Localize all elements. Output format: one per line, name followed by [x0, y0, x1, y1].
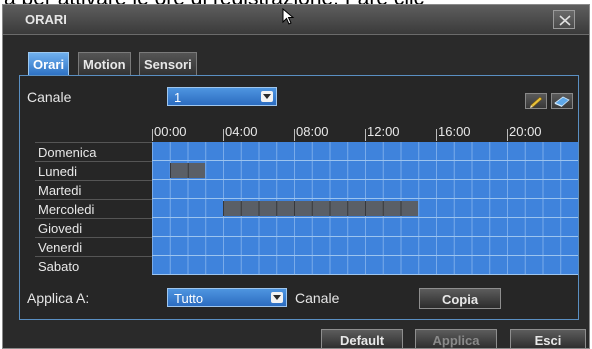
time-label: 00:00 — [154, 124, 187, 139]
time-label: 12:00 — [367, 124, 400, 139]
channel-value: 1 — [174, 90, 182, 105]
day-schedule-cells[interactable] — [152, 256, 578, 275]
day-row: Martedi — [35, 180, 581, 199]
title-bar: ORARI — [3, 5, 589, 35]
day-label: Martedi — [35, 180, 152, 199]
unscheduled-block[interactable] — [223, 201, 419, 216]
time-label: 16:00 — [438, 124, 471, 139]
day-row: Lunedi — [35, 161, 581, 180]
time-label: 08:00 — [296, 124, 329, 139]
day-row: Giovedi — [35, 218, 581, 237]
day-label: Sabato — [35, 256, 152, 275]
day-label: Mercoledi — [35, 199, 152, 218]
time-tick — [507, 129, 508, 141]
apply-to-channel-label: Canale — [295, 290, 340, 306]
pencil-icon — [530, 96, 543, 108]
day-schedule-cells[interactable] — [152, 199, 578, 218]
time-tick — [223, 129, 224, 141]
close-icon — [559, 15, 571, 26]
close-button[interactable] — [553, 10, 575, 29]
window-title: ORARI — [25, 12, 67, 27]
unscheduled-block[interactable] — [169, 163, 206, 178]
chevron-down-icon — [261, 91, 273, 102]
schedule-grid: 00:00 04:00 08:00 12:00 16:00 20:00 Domenica L… — [35, 123, 581, 275]
tab-motion[interactable]: Motion — [78, 52, 131, 75]
time-tick — [152, 129, 153, 141]
schedule-dialog: ORARI Orari Motion Sensori Canale 1 00:0… — [2, 4, 590, 349]
default-button[interactable]: Default — [321, 329, 403, 348]
channel-select[interactable]: 1 — [167, 87, 277, 106]
day-row: Mercoledi — [35, 199, 581, 218]
time-label: 04:00 — [225, 124, 258, 139]
day-schedule-cells[interactable] — [152, 142, 578, 161]
time-tick — [294, 129, 295, 141]
time-label: 20:00 — [509, 124, 542, 139]
day-schedule-cells[interactable] — [152, 161, 578, 180]
day-row: Venerdi — [35, 237, 581, 256]
apply-button[interactable]: Applica — [415, 329, 497, 348]
day-label: Lunedi — [35, 161, 152, 180]
erase-button[interactable] — [551, 93, 573, 109]
channel-label: Canale — [27, 89, 72, 105]
day-schedule-cells[interactable] — [152, 237, 578, 256]
time-tick — [436, 129, 437, 141]
day-label: Venerdi — [35, 237, 152, 256]
tab-orari[interactable]: Orari — [28, 52, 70, 75]
day-label: Domenica — [35, 142, 152, 161]
time-header: 00:00 04:00 08:00 12:00 16:00 20:00 — [35, 123, 581, 141]
exit-button[interactable]: Esci — [510, 329, 586, 348]
chevron-down-icon — [271, 292, 283, 303]
mouse-cursor-icon — [282, 8, 295, 25]
eraser-icon — [554, 96, 570, 107]
apply-to-select[interactable]: Tutto — [167, 288, 287, 307]
day-schedule-cells[interactable] — [152, 180, 578, 199]
day-schedule-cells[interactable] — [152, 218, 578, 237]
day-label: Giovedi — [35, 218, 152, 237]
apply-to-value: Tutto — [174, 291, 204, 306]
apply-to-label: Applica A: — [27, 290, 90, 306]
tab-sensori[interactable]: Sensori — [139, 52, 197, 75]
day-row: Domenica — [35, 142, 581, 161]
day-row: Sabato — [35, 256, 581, 275]
time-tick — [365, 129, 366, 141]
copy-button[interactable]: Copia — [419, 288, 501, 309]
edit-button[interactable] — [525, 93, 547, 109]
